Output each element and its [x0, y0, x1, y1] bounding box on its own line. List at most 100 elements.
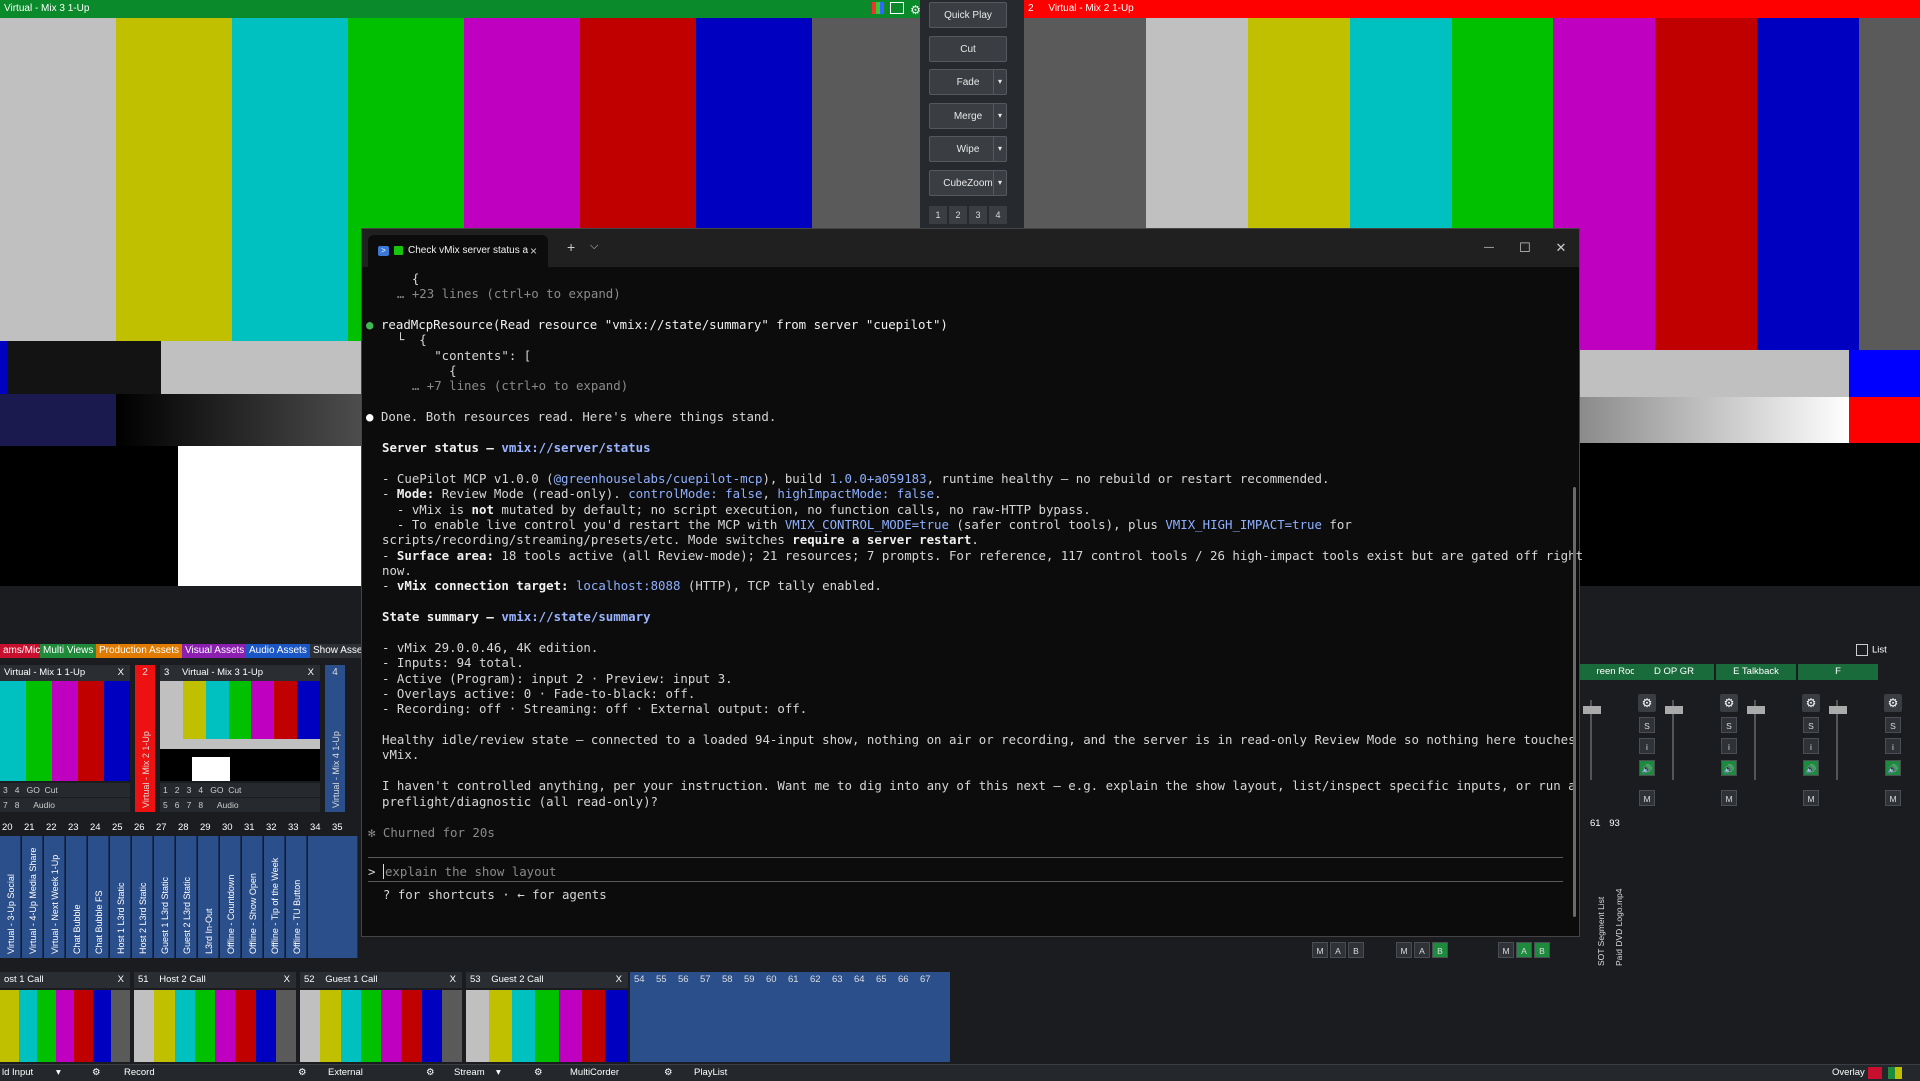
chevron-down-icon[interactable]: ▾	[993, 104, 1006, 128]
speaker-icon[interactable]: 🔊	[1639, 760, 1655, 776]
input-cell[interactable]: Host 2 L3rd Static	[132, 836, 153, 958]
merge-button[interactable]: Merge ▾	[929, 103, 1007, 129]
input-cell[interactable]: Guest 2 L3rd Static	[176, 836, 197, 958]
input-cell[interactable]: Chat Bubble FS	[88, 836, 109, 958]
speaker-icon[interactable]: 🔊	[1803, 760, 1819, 776]
side-list-label[interactable]: Paid DVD Logo.mp4	[1610, 836, 1626, 967]
input-header[interactable]: ost 1 Call X	[0, 972, 130, 988]
new-tab-button[interactable]: +	[567, 239, 575, 255]
input-header[interactable]: 51 Host 2 Call X	[134, 972, 296, 988]
tab-dropdown-button[interactable]: ⌵	[590, 240, 598, 253]
wipe-button[interactable]: Wipe ▾	[929, 136, 1007, 162]
record-button[interactable]: Record	[124, 1065, 155, 1081]
audio-fader[interactable]	[1747, 700, 1770, 780]
speaker-icon[interactable]: 🔊	[1885, 760, 1901, 776]
input-controls[interactable]: 7 8 Audio	[0, 798, 130, 812]
input-controls[interactable]: 1 2 3 4 GO Cut	[160, 783, 320, 797]
input-header[interactable]: 53 Guest 2 Call X	[466, 972, 628, 988]
info-button[interactable]: i	[1721, 738, 1737, 754]
stream-button[interactable]: Stream	[454, 1065, 485, 1081]
monitor-icon[interactable]	[890, 2, 905, 14]
bus-b-button[interactable]: B	[1348, 942, 1364, 958]
input-cell[interactable]: Guest 1 L3rd Static	[154, 836, 175, 958]
close-icon[interactable]: X	[308, 665, 314, 681]
terminal-tab[interactable]: > Check vMix server status a ×	[368, 235, 548, 267]
transition-1-button[interactable]: 1	[929, 206, 947, 224]
gear-icon[interactable]: ⚙	[426, 1065, 435, 1081]
maximize-button[interactable]: ☐	[1507, 229, 1543, 267]
input-controls[interactable]: 5 6 7 8 Audio	[160, 798, 320, 812]
category-tab-visual-assets[interactable]: Visual Assets	[182, 644, 248, 658]
input-thumbnail[interactable]	[300, 990, 462, 1062]
speaker-icon[interactable]: 🔊	[1721, 760, 1737, 776]
input-thumbnail[interactable]	[0, 990, 131, 1062]
input-cell[interactable]: L3rd In-Out	[198, 836, 219, 958]
bus-a-button[interactable]: A	[1516, 942, 1532, 958]
command-input[interactable]: explain the show layout	[382, 864, 557, 879]
overlay-button[interactable]: Overlay	[1832, 1065, 1865, 1081]
audio-channel-d-op-gr[interactable]: D OP GR	[1634, 664, 1714, 680]
transition-4-button[interactable]: 4	[989, 206, 1007, 224]
gear-icon[interactable]: ⚙	[1802, 694, 1820, 712]
audio-channel-f[interactable]: F	[1798, 664, 1878, 680]
prompt-line[interactable]: > explain the show layout	[368, 864, 557, 879]
solo-button[interactable]: S	[1721, 717, 1737, 733]
category-tab-audio-assets[interactable]: Audio Assets	[246, 644, 310, 658]
close-icon[interactable]: X	[118, 972, 124, 988]
gear-icon[interactable]: ⚙	[92, 1065, 101, 1081]
category-tab-multiviews[interactable]: Multi Views	[40, 644, 97, 658]
multicorder-button[interactable]: MultiCorder	[570, 1065, 619, 1081]
gear-icon[interactable]: ⚙	[534, 1065, 543, 1081]
input-cell[interactable]: Offline - Countdown	[220, 836, 241, 958]
audio-fader[interactable]	[1583, 700, 1606, 780]
minimize-button[interactable]: —	[1471, 229, 1507, 267]
input-cell[interactable]: Virtual - 4-Up Media Share	[22, 836, 43, 958]
mute-button[interactable]: M	[1639, 790, 1655, 806]
chevron-down-icon[interactable]: ▾	[993, 70, 1006, 94]
external-button[interactable]: External	[328, 1065, 363, 1081]
input-thumbnail[interactable]	[466, 990, 628, 1062]
audio-fader[interactable]	[1829, 700, 1852, 780]
close-icon[interactable]: X	[118, 665, 124, 681]
fade-button[interactable]: Fade ▾	[929, 69, 1007, 95]
input-cell[interactable]	[308, 836, 358, 958]
gear-icon[interactable]: ⚙	[1884, 694, 1902, 712]
mute-button[interactable]: M	[1721, 790, 1737, 806]
input-header[interactable]: 3 Virtual - Mix 3 1-Up X	[160, 665, 320, 681]
gear-icon[interactable]: ⚙	[1638, 694, 1656, 712]
input-cell[interactable]: Offline - Show Open	[242, 836, 263, 958]
list-toggle[interactable]: List	[1856, 644, 1887, 656]
audio-fader[interactable]	[1665, 700, 1688, 780]
input-cell[interactable]: Host 1 L3rd Static	[110, 836, 131, 958]
gear-icon[interactable]: ⚙	[664, 1065, 673, 1081]
add-input-button[interactable]: ld Input	[2, 1065, 33, 1081]
bus-a-button[interactable]: A	[1414, 942, 1430, 958]
close-icon[interactable]: X	[616, 972, 622, 988]
category-tab-production-assets[interactable]: Production Assets	[96, 644, 183, 658]
transition-3-button[interactable]: 3	[969, 206, 987, 224]
close-tab-icon[interactable]: ×	[530, 235, 537, 267]
playlist-button[interactable]: PlayList	[694, 1065, 727, 1081]
info-button[interactable]: i	[1803, 738, 1819, 754]
input-thumbnail[interactable]	[0, 681, 130, 781]
chevron-down-icon[interactable]: ▾	[993, 137, 1006, 161]
audio-channel-e-talkback[interactable]: E Talkback	[1716, 664, 1796, 680]
cubezoom-button[interactable]: CubeZoom ▾	[929, 170, 1007, 196]
solo-button[interactable]: S	[1803, 717, 1819, 733]
input-controls[interactable]: 3 4 GO Cut	[0, 783, 130, 797]
quick-play-button[interactable]: Quick Play	[929, 2, 1007, 28]
cut-button[interactable]: Cut	[929, 36, 1007, 62]
bus-b-button[interactable]: B	[1432, 942, 1448, 958]
input-cell[interactable]: Offline - TU Button	[286, 836, 307, 958]
mute-button[interactable]: M	[1885, 790, 1901, 806]
chevron-down-icon[interactable]: ▾	[993, 171, 1006, 195]
resource-link[interactable]: vmix://server/status	[501, 440, 650, 455]
chevron-down-icon[interactable]: ▾	[496, 1065, 501, 1081]
info-button[interactable]: i	[1885, 738, 1901, 754]
input-cell[interactable]: Virtual - 3-Up Social	[0, 836, 21, 958]
gear-icon[interactable]: ⚙	[1720, 694, 1738, 712]
category-tab-show-assets[interactable]: Show Asse	[310, 644, 366, 658]
solo-button[interactable]: S	[1885, 717, 1901, 733]
input-header[interactable]: 52 Guest 1 Call X	[300, 972, 462, 988]
input-header[interactable]: Virtual - Mix 1 1-Up X	[0, 665, 130, 681]
